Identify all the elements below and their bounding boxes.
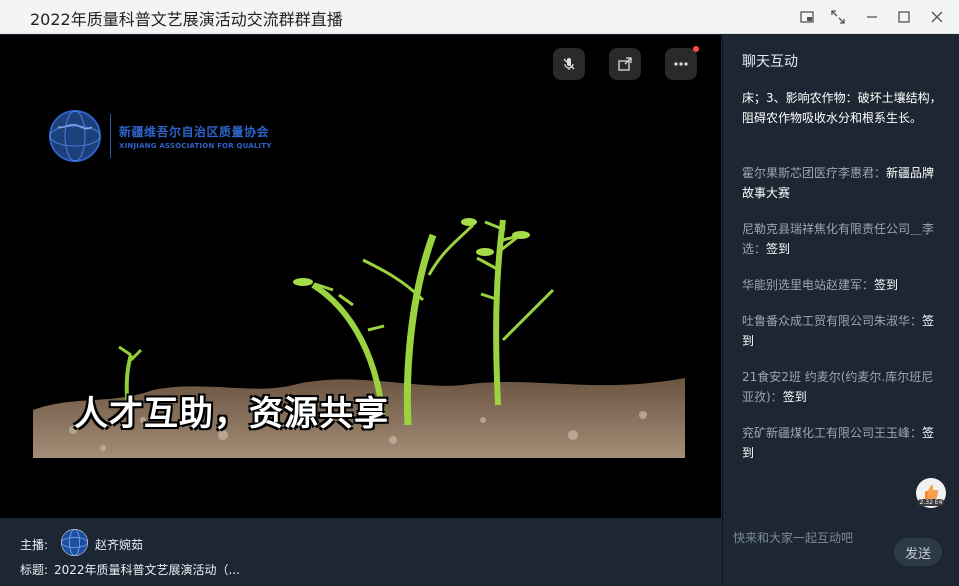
host-avatar[interactable] bbox=[61, 529, 88, 556]
association-logo: 新疆维吾尔自治区质量协会 XINJIANG ASSOCIATION FOR QU… bbox=[48, 109, 272, 163]
chat-sender: 霍尔果斯芯团医疗李惠君： bbox=[742, 166, 887, 180]
minimize-icon bbox=[867, 16, 877, 18]
chat-content: 签到 bbox=[782, 390, 807, 404]
stream-info-bar: 主播: 赵齐婉茹 标题: 2022年质量科普文艺展演活动（... bbox=[0, 518, 721, 586]
chat-panel: 聊天互动 床；3、影响农作物：破坏土壤结构，阻碍农作物吸收水分和根系生长。 霍尔… bbox=[722, 35, 959, 518]
chat-content: 签到 bbox=[766, 242, 791, 256]
video-subtitle: 人才互助，资源共享 bbox=[74, 394, 389, 434]
title-bar: 2022年质量科普文艺展演活动交流群群直播 bbox=[0, 0, 959, 34]
minimize-button[interactable] bbox=[860, 5, 884, 29]
like-button[interactable]: 2.32 E4 bbox=[916, 478, 946, 508]
more-icon bbox=[674, 62, 688, 66]
close-icon bbox=[931, 11, 943, 23]
send-button[interactable]: 发送 bbox=[894, 538, 942, 566]
maximize-button[interactable] bbox=[892, 5, 916, 29]
chat-header: 聊天互动 bbox=[742, 54, 798, 70]
chat-message: 21食安2班 约麦尔(约麦尔.库尔班尼亚孜)：签到 bbox=[742, 367, 942, 407]
chat-message: 华能别选里电站赵建军：签到 bbox=[742, 275, 942, 295]
more-options-button[interactable] bbox=[665, 46, 699, 80]
mini-window-icon bbox=[800, 11, 814, 23]
stream-title-value: 2022年质量科普文艺展演活动（... bbox=[54, 563, 240, 577]
chat-content: 床；3、影响农作物：破坏土壤结构，阻碍农作物吸收水分和根系生长。 bbox=[742, 91, 942, 125]
expand-icon bbox=[831, 10, 845, 24]
logo-chinese-text: 新疆维吾尔自治区质量协会 bbox=[119, 124, 270, 139]
chat-message: 吐鲁番众成工贸有限公司朱淑华：签到 bbox=[742, 311, 942, 351]
share-button[interactable] bbox=[609, 48, 641, 80]
chat-message: 霍尔果斯芯团医疗李惠君：新疆品牌故事大赛 bbox=[742, 163, 942, 203]
chat-input[interactable] bbox=[733, 528, 893, 548]
maximize-icon bbox=[898, 11, 910, 23]
chat-sender: 华能别选里电站赵建军： bbox=[742, 278, 875, 292]
notification-dot bbox=[693, 46, 699, 52]
mic-off-icon bbox=[563, 58, 575, 70]
globe-logo-icon bbox=[49, 110, 101, 162]
chat-sender: 21食安2班 约麦尔(约麦尔.库尔班尼亚孜)： bbox=[742, 370, 934, 404]
mini-window-button[interactable] bbox=[795, 5, 819, 29]
chat-message: 兖矿新疆煤化工有限公司王玉峰：签到 bbox=[742, 423, 942, 463]
chat-message: 尼勒克县瑞祥焦化有限责任公司＿李选：签到 bbox=[742, 219, 942, 259]
logo-divider bbox=[110, 114, 111, 158]
mute-mic-button[interactable] bbox=[553, 48, 585, 80]
host-name: 赵齐婉茹 bbox=[95, 538, 144, 552]
window-title: 2022年质量科普文艺展演活动交流群群直播 bbox=[30, 10, 343, 29]
host-label: 主播: bbox=[20, 538, 49, 552]
like-count: 2.32 E4 bbox=[917, 499, 945, 506]
chat-message: 床；3、影响农作物：破坏土壤结构，阻碍农作物吸收水分和根系生长。 bbox=[742, 88, 942, 128]
fullscreen-button[interactable] bbox=[826, 5, 850, 29]
share-icon bbox=[618, 57, 632, 71]
stream-title-label: 标题: bbox=[20, 563, 49, 577]
chat-content: 签到 bbox=[874, 278, 899, 292]
live-video-area[interactable]: 新疆维吾尔自治区质量协会 XINJIANG ASSOCIATION FOR QU… bbox=[0, 35, 721, 518]
chat-composer: 发送 bbox=[722, 518, 959, 586]
logo-english-text: XINJIANG ASSOCIATION FOR QUALITY bbox=[119, 141, 272, 150]
chat-sender: 吐鲁番众成工贸有限公司朱淑华： bbox=[742, 314, 923, 328]
host-avatar-logo-icon bbox=[61, 529, 88, 556]
chat-sender: 兖矿新疆煤化工有限公司王玉峰： bbox=[742, 426, 923, 440]
close-button[interactable] bbox=[925, 5, 949, 29]
